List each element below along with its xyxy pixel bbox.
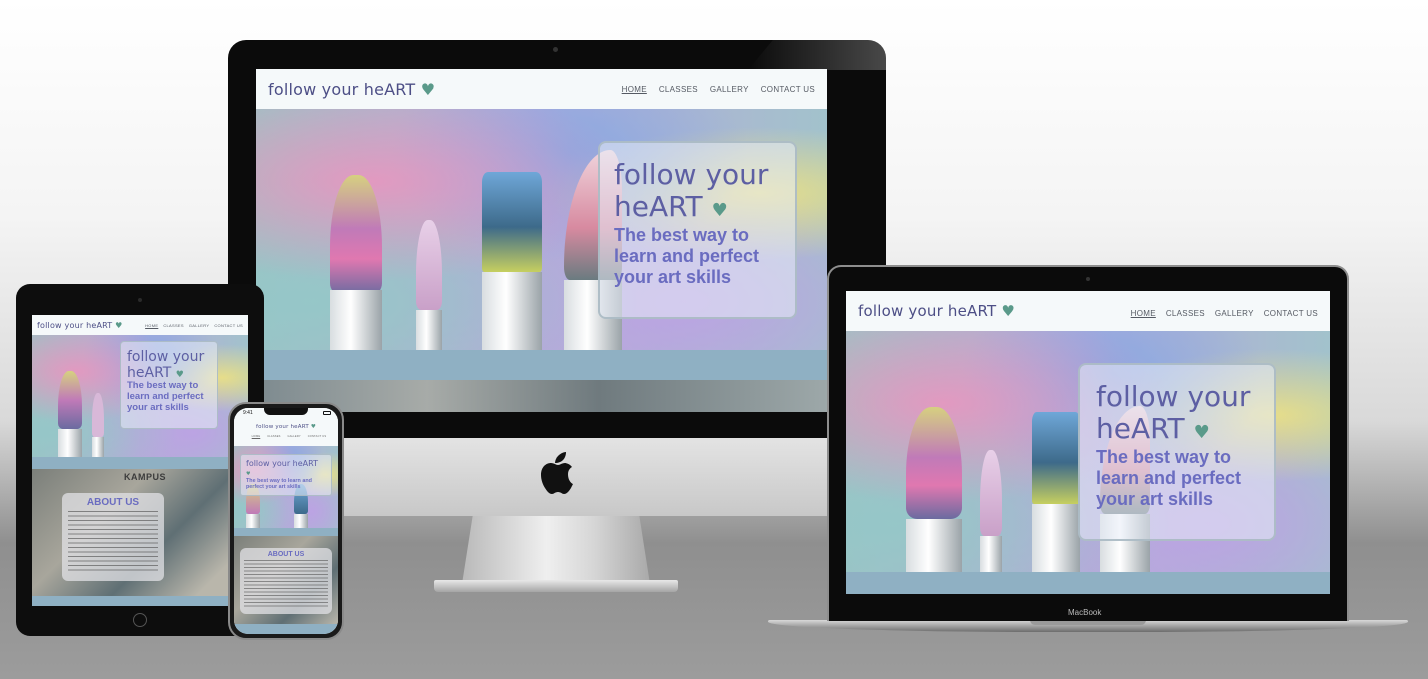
paint-brush — [1032, 412, 1080, 572]
nav-classes[interactable]: CLASSES — [1166, 309, 1205, 318]
heart-icon: ♥ — [1193, 422, 1210, 444]
site-logo[interactable]: follow your heART ♥ — [858, 302, 1015, 320]
paint-brush — [980, 450, 1002, 572]
macbook-screen: follow your heART ♥ HOME CLASSES GALLERY… — [846, 291, 1330, 594]
hero-card: follow your heART ♥ The best way to lear… — [1078, 363, 1276, 541]
nav-links: HOME CLASSES GALLERY CONTACT US — [1121, 309, 1318, 318]
paint-brush — [906, 407, 962, 572]
macbook: MacBook follow your heART ♥ HOME CLASSES… — [0, 0, 1428, 679]
hero-image: follow your heART ♥ The best way to lear… — [846, 331, 1330, 572]
content-band — [846, 572, 1330, 594]
nav-home[interactable]: HOME — [1131, 309, 1156, 318]
nav-contact[interactable]: CONTACT US — [1264, 309, 1318, 318]
hero-title: follow your heART ♥ — [1096, 380, 1251, 446]
macbook-camera — [1086, 277, 1090, 281]
navbar: follow your heART ♥ HOME CLASSES GALLERY… — [846, 291, 1330, 331]
heart-icon: ♥ — [1001, 302, 1016, 320]
hero-subtitle: The best way to learn and perfect your a… — [1096, 447, 1242, 509]
nav-gallery[interactable]: GALLERY — [1215, 309, 1254, 318]
macbook-label: MacBook — [1068, 608, 1102, 617]
